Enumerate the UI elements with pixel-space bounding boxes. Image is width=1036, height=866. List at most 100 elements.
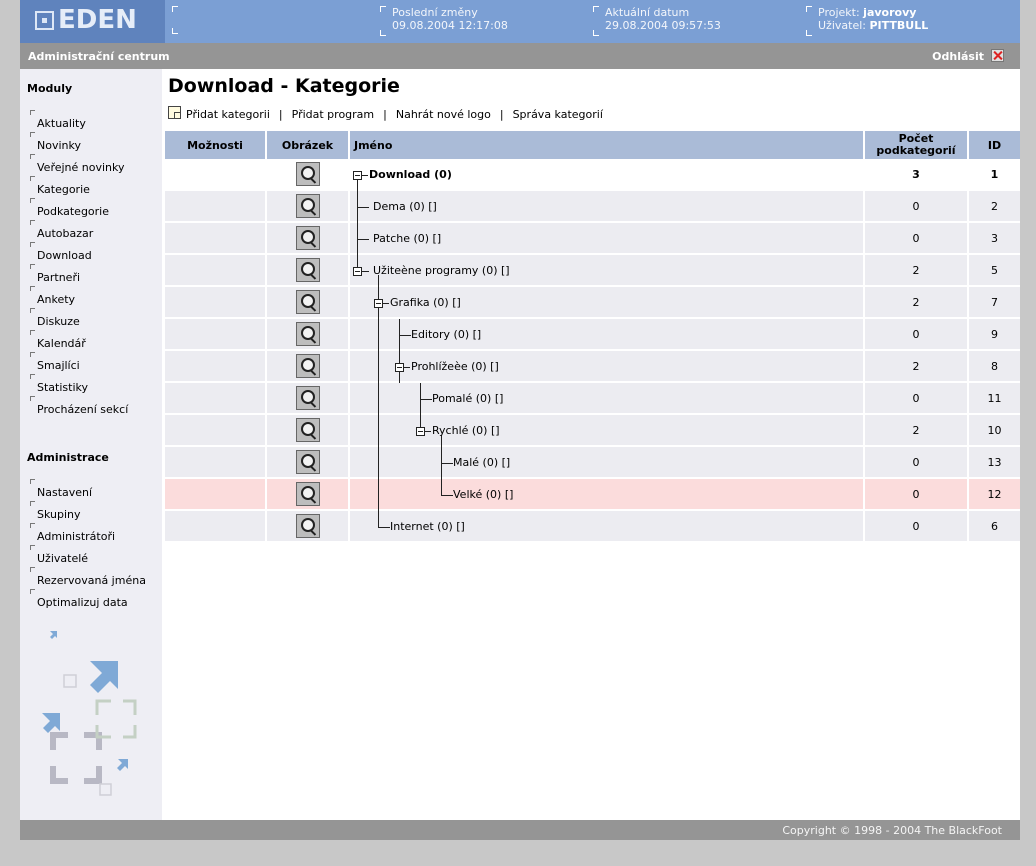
- magnifier-icon[interactable]: [295, 354, 320, 378]
- last-change-label: Poslední změny: [392, 6, 478, 19]
- eden-logo[interactable]: EDEN: [20, 0, 165, 43]
- sidebar-item-prochazeni-sekci[interactable]: Procházení sekcí: [29, 396, 128, 416]
- column-header-count-line2: podkategorií: [876, 144, 956, 157]
- sidebar-item-aktuality[interactable]: Aktuality: [30, 110, 86, 130]
- options-cell: [165, 255, 267, 287]
- sidebar-item-smajlici[interactable]: Smajlíci: [30, 352, 80, 372]
- magnifier-icon[interactable]: [295, 226, 320, 250]
- name-cell: Internet (0) []: [350, 511, 865, 543]
- table-row[interactable]: Užiteène programy (0) [] 2 5: [165, 255, 1020, 287]
- logout-icon[interactable]: [991, 49, 1004, 62]
- sidebar-item-podkategorie[interactable]: Podkategorie: [29, 198, 109, 218]
- tree-line: [441, 495, 453, 496]
- tree-line: [378, 511, 379, 528]
- table-row[interactable]: Internet (0) [] 0 6: [165, 511, 1020, 543]
- table-row[interactable]: Download (0) 3 1: [165, 159, 1020, 191]
- table-header-row: Možnosti Obrázek Jméno Počet podkategori…: [165, 131, 1020, 159]
- table-row[interactable]: Patche (0) [] 0 3: [165, 223, 1020, 255]
- options-cell: [165, 159, 267, 191]
- image-cell: [267, 383, 350, 415]
- options-cell: [165, 351, 267, 383]
- category-name[interactable]: Dema (0) []: [373, 200, 437, 213]
- add-program-link[interactable]: Přidat program: [292, 108, 375, 121]
- magnifier-icon[interactable]: [295, 482, 320, 506]
- table-row[interactable]: Malé (0) [] 0 13: [165, 447, 1020, 479]
- collapse-icon[interactable]: [395, 363, 404, 372]
- name-cell: Download (0): [350, 159, 865, 191]
- image-cell: [267, 351, 350, 383]
- logout-link[interactable]: Odhlásit: [932, 50, 984, 63]
- collapse-icon[interactable]: [416, 427, 425, 436]
- table-row[interactable]: Prohlížeèe (0) [] 2 8: [165, 351, 1020, 383]
- category-name[interactable]: Užiteène programy (0) []: [373, 264, 510, 277]
- collapse-icon[interactable]: [374, 299, 383, 308]
- sidebar-item-ankety[interactable]: Ankety: [29, 286, 75, 306]
- category-name[interactable]: Malé (0) []: [453, 456, 510, 469]
- name-cell: Malé (0) []: [350, 447, 865, 479]
- tree-line: [399, 335, 411, 336]
- administration-heading: Administrace: [27, 451, 109, 464]
- sidebar-item-rezervovana-jmena[interactable]: Rezervovaná jména: [30, 567, 146, 587]
- options-cell: [165, 223, 267, 255]
- name-cell: Užiteène programy (0) []: [350, 255, 865, 287]
- id-cell: 5: [969, 255, 1020, 287]
- category-name[interactable]: Editory (0) []: [411, 328, 481, 341]
- magnifier-icon[interactable]: [295, 290, 320, 314]
- category-name[interactable]: Grafika (0) []: [390, 296, 461, 309]
- category-name[interactable]: Rychlé (0) []: [432, 424, 500, 437]
- table-row[interactable]: Rychlé (0) [] 2 10: [165, 415, 1020, 447]
- category-name[interactable]: Internet (0) []: [390, 520, 465, 533]
- category-name[interactable]: Prohlížeèe (0) []: [411, 360, 499, 373]
- sidebar-item-kategorie[interactable]: Kategorie: [30, 176, 90, 196]
- subcategory-count-cell: 0: [865, 511, 969, 543]
- table-row[interactable]: Grafika (0) [] 2 7: [165, 287, 1020, 319]
- magnifier-icon[interactable]: [295, 450, 320, 474]
- add-category-link[interactable]: Přidat kategorii: [186, 108, 270, 121]
- tree-line: [425, 431, 431, 432]
- category-name[interactable]: Velké (0) []: [453, 488, 513, 501]
- sidebar-item-administratori[interactable]: Administrátoři: [29, 523, 115, 543]
- name-cell: Velké (0) []: [350, 479, 865, 511]
- collapse-icon[interactable]: [353, 267, 362, 276]
- sidebar-item-diskuze[interactable]: Diskuze: [30, 308, 80, 328]
- corner-bracket-icon: [172, 6, 178, 12]
- table-row[interactable]: Pomalé (0) [] 0 11: [165, 383, 1020, 415]
- magnifier-icon[interactable]: [295, 194, 320, 218]
- magnifier-icon[interactable]: [295, 514, 320, 538]
- sidebar-item-uzivatele[interactable]: Uživatelé: [29, 545, 88, 565]
- table-row[interactable]: Dema (0) [] 0 2: [165, 191, 1020, 223]
- page-title: Download - Kategorie: [168, 75, 400, 97]
- magnifier-icon[interactable]: [295, 162, 320, 186]
- sidebar-item-nastaveni[interactable]: Nastavení: [29, 479, 92, 499]
- id-cell: 2: [969, 191, 1020, 223]
- magnifier-icon[interactable]: [295, 386, 320, 410]
- magnifier-icon[interactable]: [295, 418, 320, 442]
- last-change-info: Poslední změny 09.08.2004 12:17:08: [380, 6, 508, 36]
- sidebar-item-novinky[interactable]: Novinky: [30, 132, 81, 152]
- sidebar-item-download[interactable]: Download: [30, 242, 92, 262]
- table-row-highlighted[interactable]: Velké (0) [] 0 12: [165, 479, 1020, 511]
- magnifier-icon[interactable]: [295, 258, 320, 282]
- sidebar-item-partneri[interactable]: Partneři: [29, 264, 80, 284]
- tree-line: [378, 351, 379, 383]
- upload-logo-link[interactable]: Nahrát nové logo: [396, 108, 491, 121]
- subcategory-count-cell: 3: [865, 159, 969, 191]
- category-name[interactable]: Patche (0) []: [373, 232, 441, 245]
- category-name[interactable]: Download (0): [369, 168, 452, 181]
- category-name[interactable]: Pomalé (0) []: [432, 392, 503, 405]
- action-links: Přidat kategorii | Přidat program | Nahrát n…: [168, 106, 603, 121]
- manage-categories-link[interactable]: Správa kategorií: [513, 108, 603, 121]
- collapse-icon[interactable]: [353, 171, 362, 180]
- sidebar-item-autobazar[interactable]: Autobazar: [29, 220, 93, 240]
- subcategory-count-cell: 0: [865, 223, 969, 255]
- separator: |: [383, 108, 387, 121]
- sidebar-item-verejne-novinky[interactable]: Veřejné novinky: [30, 154, 125, 174]
- sidebar-item-optimalizuj-data[interactable]: Optimalizuj data: [30, 589, 128, 609]
- table-row[interactable]: Editory (0) [] 0 9: [165, 319, 1020, 351]
- sidebar-item-skupiny[interactable]: Skupiny: [30, 501, 81, 521]
- sidebar-item-kalendar[interactable]: Kalendář: [30, 330, 86, 350]
- last-change-value: 09.08.2004 12:17:08: [392, 19, 508, 32]
- magnifier-icon[interactable]: [295, 322, 320, 346]
- sidebar-item-statistiky[interactable]: Statistiky: [30, 374, 88, 394]
- add-category-icon[interactable]: [168, 106, 181, 119]
